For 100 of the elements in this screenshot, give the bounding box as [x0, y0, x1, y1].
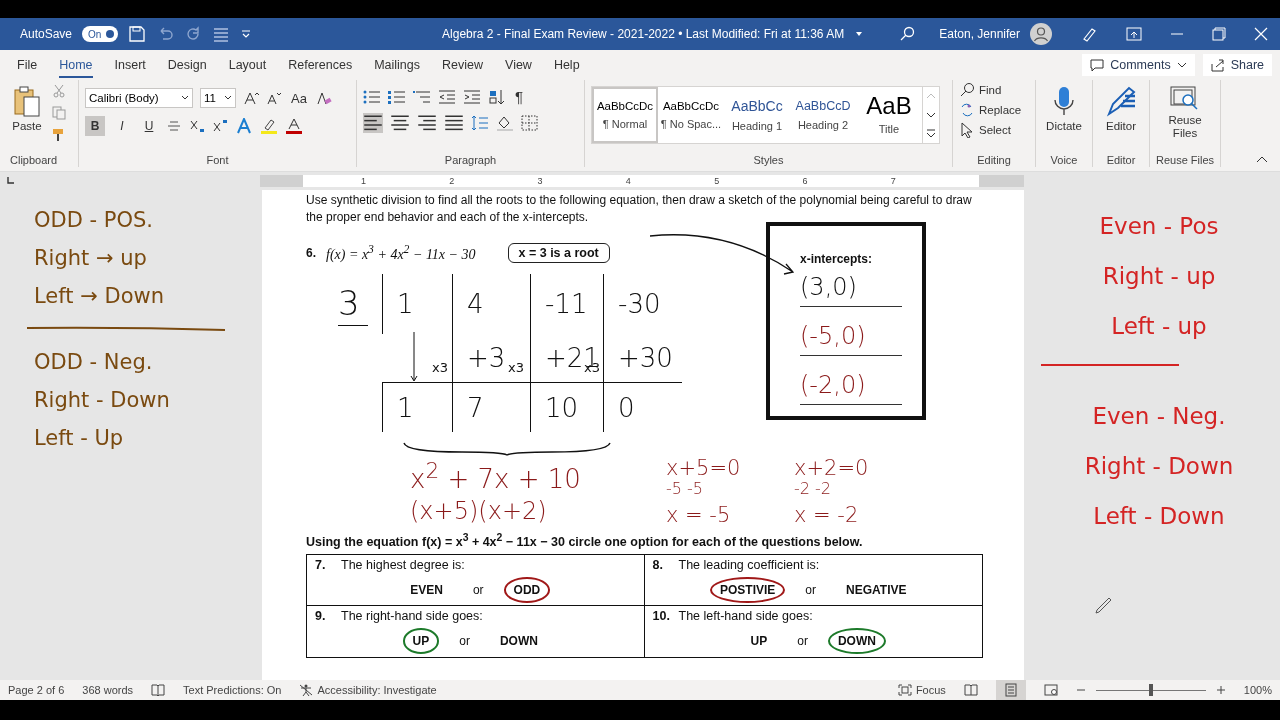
align-icon[interactable] — [417, 113, 437, 133]
bullets-icon[interactable] — [363, 88, 381, 105]
borders-icon[interactable] — [521, 115, 539, 131]
style-option[interactable]: AaBbCc Heading 1 — [724, 87, 790, 143]
menu-tab[interactable]: References — [288, 52, 353, 78]
question-prompt: The left-hand side goes: — [678, 609, 813, 624]
font-size-field[interactable]: 11 — [200, 88, 236, 108]
reuse-files-button[interactable]: Reuse Files — [1166, 82, 1204, 144]
paste-button[interactable]: Paste — [10, 82, 44, 136]
accessibility-status[interactable]: Accessibility: Investigate — [299, 684, 437, 696]
numbering-icon[interactable] — [388, 88, 406, 105]
group-label: Clipboard — [10, 153, 59, 167]
answer-option[interactable]: DOWN — [489, 628, 548, 655]
menu-tab[interactable]: Layout — [228, 52, 267, 78]
answer-option[interactable]: POSTIVIE — [710, 577, 786, 604]
style-option[interactable]: AaBbCcDc ¶ No Spac... — [658, 87, 724, 143]
focus-button[interactable]: Focus — [897, 684, 946, 696]
format-button[interactable]: B — [85, 116, 105, 136]
print-layout-icon[interactable] — [995, 680, 1026, 700]
ruler-number: 4 — [625, 175, 632, 187]
coefficient: -30 — [603, 274, 682, 334]
restore-icon[interactable] — [1212, 27, 1226, 41]
caret-icon[interactable] — [181, 94, 189, 102]
superscript-icon[interactable] — [212, 118, 228, 134]
group-label: Styles — [752, 153, 785, 167]
menu-tab[interactable]: Help — [553, 52, 580, 78]
style-option[interactable]: AaB Title — [856, 87, 922, 143]
answer-option[interactable]: UP — [740, 628, 778, 655]
style-option[interactable]: AaBbCcD Heading 2 — [790, 87, 856, 143]
menu-tab[interactable]: View — [505, 52, 532, 78]
menu-tab[interactable]: File — [17, 52, 38, 78]
question-intro: Using the equation f(x) = x$^{3}$ + 4x$^{2}$ − 11x − 30 circle one option for each of the questions below. — [306, 532, 864, 550]
editor-button[interactable]: Editor — [1103, 82, 1139, 136]
menu-tab[interactable]: Insert — [114, 52, 146, 78]
zoom-thumb[interactable] — [1148, 684, 1153, 696]
font-name-field[interactable]: Calibri (Body) — [85, 88, 193, 108]
menu-tab[interactable]: Home — [59, 52, 93, 78]
search-icon[interactable] — [899, 26, 916, 42]
autosave-toggle[interactable]: On — [82, 26, 119, 42]
grow-font-icon[interactable] — [243, 90, 259, 106]
shrink-font-icon[interactable] — [266, 90, 282, 106]
dictate-button[interactable]: Dictate — [1044, 82, 1084, 136]
multilevel-list-icon[interactable] — [413, 88, 431, 105]
window-title: Algebra 2 - Final Exam Review - 2021-2022 • Last Modified: Fri at 11:36 AM — [442, 27, 845, 41]
close-icon[interactable] — [1254, 27, 1268, 41]
quotient: x$^{2}$ + 7x + 10 — [410, 457, 582, 494]
page-count[interactable]: Page 2 of 6 — [8, 684, 65, 696]
tab-selector-icon[interactable] — [5, 176, 15, 186]
format-button[interactable]: U — [139, 116, 159, 136]
menu-tab[interactable]: Review — [442, 52, 483, 78]
zoom-level[interactable]: 100% — [1243, 684, 1272, 696]
read-mode-icon[interactable] — [963, 684, 978, 696]
ribbon-display-icon[interactable] — [1126, 27, 1142, 41]
coefficient: -11 — [530, 274, 603, 334]
menu-tab[interactable]: Mailings — [374, 52, 420, 78]
line-spacing-icon[interactable] — [471, 115, 489, 131]
avatar-icon[interactable] — [1030, 23, 1052, 45]
align-icon[interactable] — [444, 113, 464, 133]
caret-icon[interactable] — [224, 94, 232, 102]
share-button[interactable]: Share — [1202, 54, 1272, 76]
collapse-icon[interactable] — [1256, 155, 1268, 165]
brush-icon[interactable] — [52, 128, 66, 142]
font-color-icon[interactable] — [285, 118, 303, 134]
format-button[interactable]: I — [112, 116, 132, 136]
menu-tab[interactable]: Design — [167, 52, 207, 78]
save-icon[interactable] — [128, 25, 147, 43]
user-name[interactable]: Eaton, Jennifer — [939, 27, 1020, 41]
highlighter-icon[interactable] — [260, 118, 278, 134]
decrease-indent-icon[interactable] — [438, 88, 456, 105]
book-icon[interactable] — [151, 684, 166, 696]
answer-option[interactable]: NEGATIVE — [836, 577, 917, 604]
increase-indent-icon[interactable] — [463, 88, 481, 105]
select-button[interactable]: Select — [959, 122, 1011, 138]
change-case-button[interactable]: Aa — [289, 90, 309, 106]
web-layout-icon[interactable] — [1043, 684, 1058, 696]
show-marks-button[interactable]: ¶ — [513, 88, 526, 105]
find-button[interactable]: Find — [959, 82, 1002, 98]
divisor: 3 — [338, 282, 368, 326]
replace-button[interactable]: Replace — [959, 102, 1022, 118]
text-effects-icon[interactable] — [235, 118, 253, 134]
shading-icon[interactable] — [496, 115, 514, 131]
product: +30 — [603, 334, 682, 382]
group-label: Font — [205, 153, 230, 167]
subscript-icon[interactable] — [189, 118, 205, 134]
align-icon[interactable] — [390, 113, 410, 133]
answer-option[interactable]: UP — [402, 628, 440, 655]
comments-button[interactable]: Comments — [1082, 54, 1195, 76]
list-icon[interactable] — [212, 25, 231, 43]
answer-option[interactable]: DOWN — [827, 628, 886, 655]
style-option[interactable]: AaBbCcDc ¶ Normal — [592, 87, 658, 143]
zoom-in-icon[interactable] — [1215, 685, 1226, 695]
clear-format-icon[interactable] — [315, 90, 332, 106]
align-icon[interactable] — [363, 113, 383, 133]
text-predictions[interactable]: Text Predictions: On — [183, 684, 282, 696]
customize-icon[interactable] — [240, 28, 253, 40]
result: 10 — [530, 382, 603, 432]
word-count[interactable]: 368 words — [82, 684, 134, 696]
answer-option[interactable]: EVEN — [400, 577, 453, 604]
sort-icon[interactable] — [488, 88, 506, 105]
answer-option[interactable]: ODD — [503, 577, 551, 604]
